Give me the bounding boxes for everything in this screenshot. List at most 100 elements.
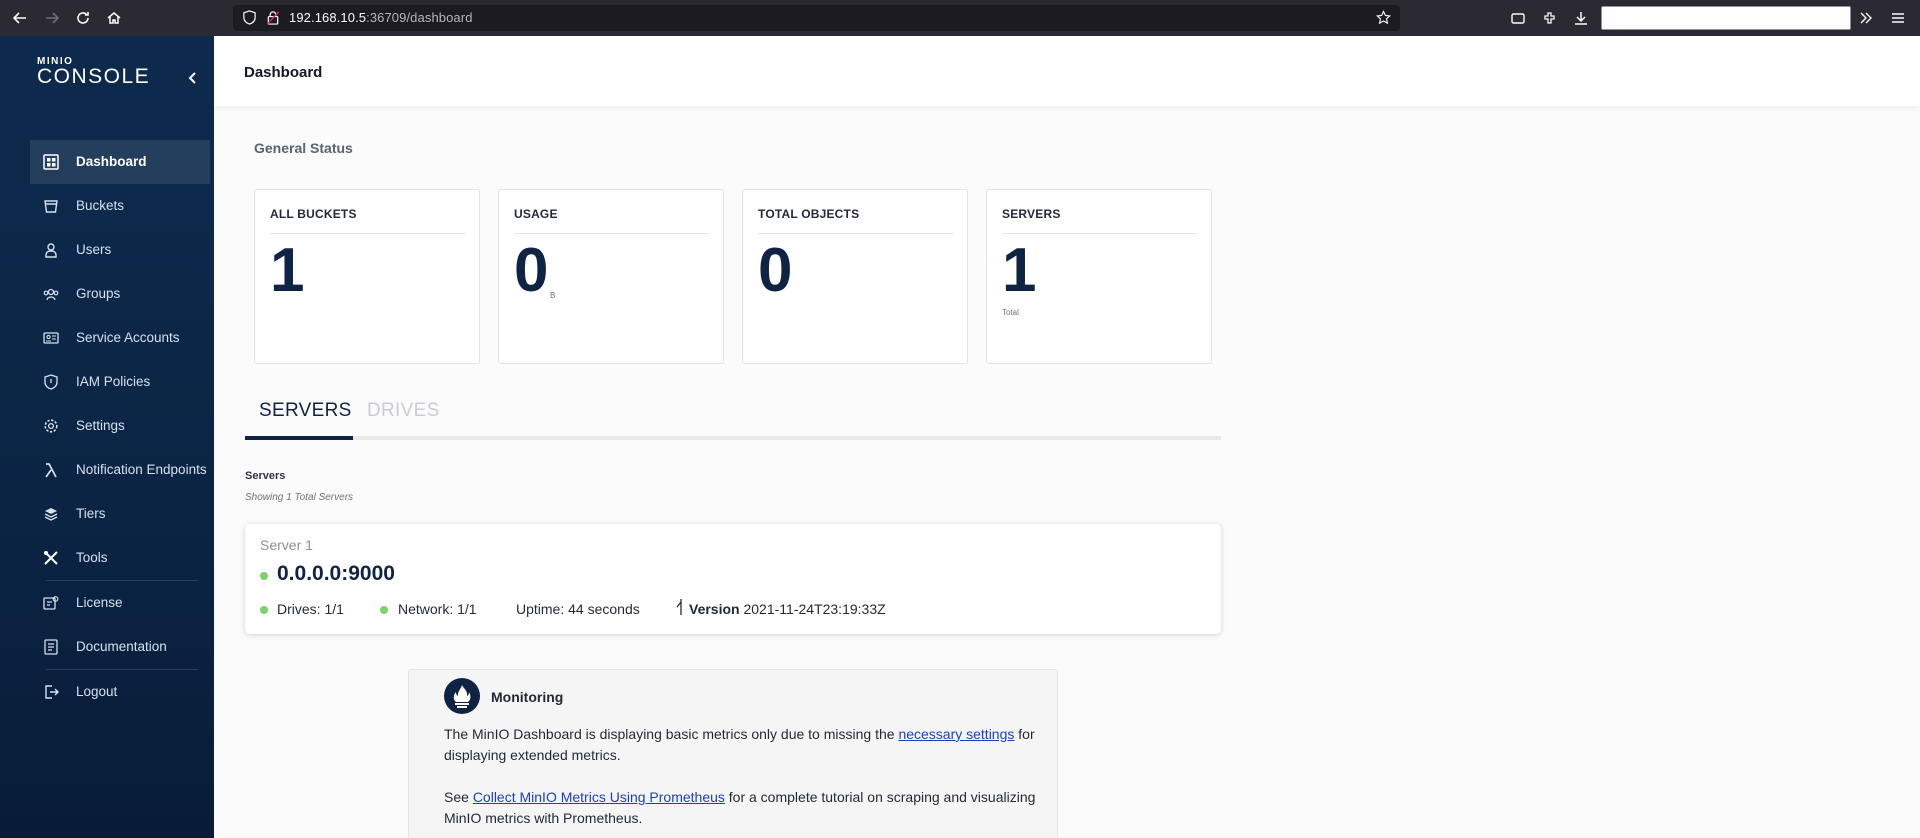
reload-icon[interactable]: [71, 6, 95, 30]
server-endpoint: 0.0.0.0:9000: [277, 562, 395, 585]
user-icon: [45, 243, 57, 258]
logout-icon: [45, 685, 59, 699]
groups-icon: [43, 288, 59, 301]
server-version: Version 2021-11-24T23:19:33Z: [689, 601, 886, 617]
sidebar-item-license[interactable]: License: [30, 581, 210, 625]
layers-icon: [44, 508, 58, 521]
url-text: 192.168.10.5:36709/dashboard: [289, 10, 473, 25]
sidebar-item-service-accounts[interactable]: Service Accounts: [30, 316, 210, 360]
servers-count-text: Showing 1 Total Servers: [245, 492, 354, 503]
sidebar-item-label: Logout: [76, 684, 118, 699]
server-network: Network: 1/1: [398, 601, 477, 617]
usage-card: USAGE 0 B: [498, 189, 724, 364]
tools-icon: [44, 551, 58, 565]
main-content: Dashboard General Status ALL BUCKETS 1 U…: [214, 36, 1920, 838]
reader-view-icon[interactable]: [1506, 6, 1530, 30]
drives-status-dot: [260, 606, 268, 614]
sidebar-item-label: Settings: [76, 418, 125, 433]
service-accounts-icon: [43, 332, 59, 344]
network-status-dot: [380, 606, 388, 614]
bucket-icon: [44, 200, 58, 213]
sidebar-item-buckets[interactable]: Buckets: [30, 184, 210, 228]
address-bar[interactable]: 192.168.10.5:36709/dashboard: [233, 5, 1400, 31]
card-value: 1: [1002, 236, 1037, 305]
sidebar-item-groups[interactable]: Groups: [30, 272, 210, 316]
card-divider: [514, 233, 709, 234]
back-icon[interactable]: [8, 6, 32, 30]
sidebar-item-label: Dashboard: [76, 154, 147, 169]
hamburger-menu-icon[interactable]: [1886, 6, 1910, 30]
necessary-settings-link[interactable]: necessary settings: [898, 726, 1014, 742]
sidebar-item-label: Groups: [76, 286, 121, 301]
sidebar-item-label: Service Accounts: [76, 330, 180, 345]
dashboard-icon: [43, 154, 59, 170]
forward-icon[interactable]: [40, 6, 64, 30]
sidebar-item-notification-endpoints[interactable]: Notification Endpoints: [30, 448, 210, 492]
sidebar-item-label: Users: [76, 242, 112, 257]
sidebar-menu: Dashboard Buckets Users Groups Service A…: [30, 140, 210, 714]
shield-icon: [44, 374, 58, 390]
card-value: 1: [270, 236, 305, 305]
browser-toolbar: 192.168.10.5:36709/dashboard: [0, 0, 1920, 36]
monitoring-text: The MinIO Dashboard is displaying basic …: [444, 726, 899, 742]
server-card: Server 1 0.0.0.0:9000 Drives: 1/1 Networ…: [245, 524, 1221, 634]
lambda-icon: [45, 463, 57, 478]
card-value: 0: [514, 236, 549, 305]
lock-insecure-icon[interactable]: [266, 10, 280, 25]
url-host: 192.168.10.5: [289, 10, 367, 25]
gear-icon: [44, 419, 58, 433]
prometheus-tutorial-link[interactable]: Collect MinIO Metrics Using Prometheus: [473, 789, 725, 805]
sidebar-item-documentation[interactable]: Documentation: [30, 625, 210, 669]
sidebar-item-settings[interactable]: Settings: [30, 404, 210, 448]
servers-label: Servers: [245, 470, 286, 482]
minio-console-logo[interactable]: MINIO CONSOLE: [37, 56, 150, 89]
server-uptime: Uptime: 44 seconds: [516, 601, 640, 617]
card-divider: [758, 233, 953, 234]
overflow-chevrons-icon[interactable]: [1854, 6, 1878, 30]
search-input[interactable]: [1601, 6, 1851, 30]
download-icon[interactable]: [1569, 6, 1593, 30]
tab-drives[interactable]: DRIVES: [367, 400, 440, 422]
server-status-dot: [260, 572, 268, 580]
monitoring-text: See: [444, 789, 473, 805]
server-drives: Drives: 1/1: [277, 601, 344, 617]
card-unit: B: [550, 291, 556, 300]
version-value: 2021-11-24T23:19:33Z: [743, 601, 886, 617]
sidebar-item-label: IAM Policies: [76, 374, 151, 389]
sidebar-item-label: Tiers: [76, 506, 106, 521]
page-title: Dashboard: [244, 64, 323, 81]
card-value: 0: [758, 236, 793, 305]
server-name: Server 1: [260, 537, 313, 553]
sidebar-item-label: Tools: [76, 550, 108, 565]
sidebar-item-tools[interactable]: Tools: [30, 536, 210, 580]
card-divider: [1002, 233, 1197, 234]
all-buckets-card: ALL BUCKETS 1: [254, 189, 480, 364]
sidebar-item-logout[interactable]: Logout: [30, 670, 210, 714]
sidebar-item-tiers[interactable]: Tiers: [30, 492, 210, 536]
sidebar-item-users[interactable]: Users: [30, 228, 210, 272]
total-objects-card: TOTAL OBJECTS 0: [742, 189, 968, 364]
license-icon: [43, 596, 59, 610]
home-icon[interactable]: [102, 6, 126, 30]
extensions-icon[interactable]: [1538, 6, 1562, 30]
tab-servers[interactable]: SERVERS: [259, 400, 352, 422]
chevron-left-icon: [188, 72, 196, 84]
collapse-sidebar-button[interactable]: [185, 70, 201, 86]
sidebar-item-label: Buckets: [76, 198, 125, 213]
monitoring-paragraph-1: The MinIO Dashboard is displaying basic …: [444, 724, 1044, 766]
servers-card: SERVERS 1 Total: [986, 189, 1212, 364]
tabs: SERVERS DRIVES: [245, 400, 1221, 426]
monitoring-paragraph-2: See Collect MinIO Metrics Using Promethe…: [444, 787, 1044, 829]
page-header: Dashboard: [214, 36, 1920, 106]
version-icon: [676, 599, 682, 615]
sidebar-item-dashboard[interactable]: Dashboard: [30, 140, 210, 184]
sidebar: MINIO CONSOLE Dashboard Buckets Users Gr…: [0, 36, 214, 838]
card-title: ALL BUCKETS: [270, 207, 357, 221]
card-title: SERVERS: [1002, 207, 1061, 221]
bookmark-star-icon[interactable]: [1376, 10, 1391, 25]
tabs-rule: [245, 436, 1221, 440]
shield-icon[interactable]: [242, 10, 257, 25]
sidebar-item-iam-policies[interactable]: IAM Policies: [30, 360, 210, 404]
active-tab-indicator: [245, 436, 353, 440]
documentation-icon: [44, 639, 58, 655]
